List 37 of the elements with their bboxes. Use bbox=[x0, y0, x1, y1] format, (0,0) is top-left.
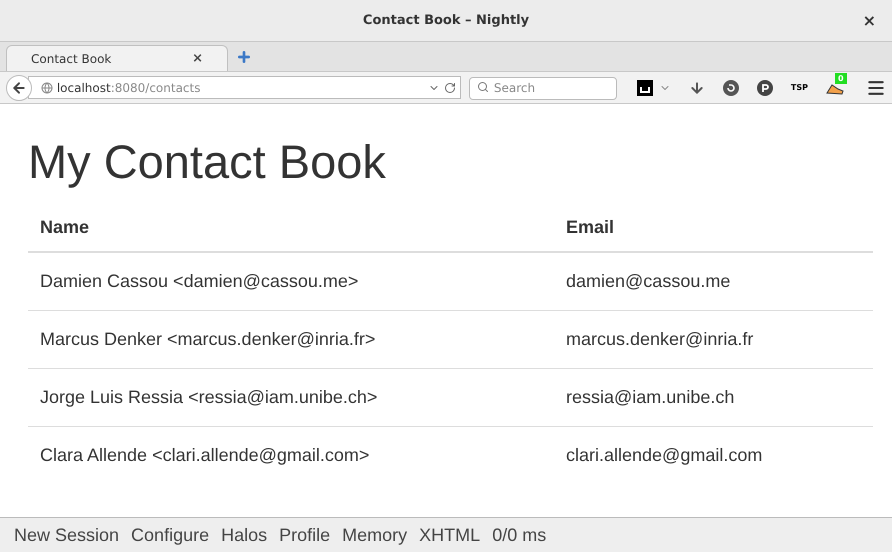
table-cell: Jorge Luis Ressia <ressia@iam.unibe.ch> bbox=[28, 368, 554, 426]
table-cell: ressia@iam.unibe.ch bbox=[554, 368, 873, 426]
footer-link[interactable]: XHTML bbox=[419, 522, 480, 548]
window-title: Contact Book – Nightly bbox=[362, 12, 530, 30]
back-button[interactable] bbox=[6, 74, 32, 100]
reload-icon[interactable] bbox=[444, 82, 456, 94]
search-field[interactable]: Search bbox=[468, 76, 617, 100]
count-badge: 0 bbox=[835, 72, 847, 84]
footer-link[interactable]: Profile bbox=[279, 522, 330, 548]
download-icon[interactable] bbox=[688, 80, 705, 96]
tab-title: Contact Book bbox=[31, 50, 112, 68]
table-cell: damien@cassou.me bbox=[554, 252, 873, 310]
footer-link[interactable]: 0/0 ms bbox=[492, 522, 546, 548]
pocket-icon[interactable] bbox=[756, 80, 773, 96]
column-header: Email bbox=[554, 204, 873, 252]
column-header: Name bbox=[28, 204, 554, 252]
history-icon[interactable] bbox=[722, 80, 739, 96]
browser-tab[interactable]: Contact Book × bbox=[6, 45, 228, 71]
table-cell: Clara Allende <clari.allende@gmail.com> bbox=[28, 426, 554, 484]
table-cell: clari.allende@gmail.com bbox=[554, 426, 873, 484]
table-cell: Damien Cassou <damien@cassou.me> bbox=[28, 252, 554, 310]
footer-link[interactable]: Configure bbox=[131, 522, 210, 548]
footer-link[interactable]: Halos bbox=[221, 522, 268, 548]
tab-close-button[interactable]: × bbox=[192, 48, 203, 68]
footer-link[interactable]: New Session bbox=[14, 522, 120, 548]
table-cell: marcus.denker@inria.fr bbox=[554, 310, 873, 368]
globe-icon bbox=[40, 82, 53, 94]
footer-link[interactable]: Memory bbox=[342, 522, 408, 548]
address-field[interactable]: localhost:8080/contacts bbox=[28, 76, 461, 99]
search-icon bbox=[476, 81, 489, 94]
close-button[interactable]: × bbox=[858, 8, 880, 32]
table-cell: Marcus Denker <marcus.denker@inria.fr> bbox=[28, 310, 554, 368]
toolbar-logo[interactable]: TSP bbox=[790, 82, 808, 94]
page-heading: My Contact Book bbox=[28, 134, 387, 190]
url-text: localhost:8080/contacts bbox=[56, 80, 202, 96]
new-tab-icon[interactable] bbox=[236, 49, 252, 65]
back-arrow-icon bbox=[10, 80, 27, 96]
